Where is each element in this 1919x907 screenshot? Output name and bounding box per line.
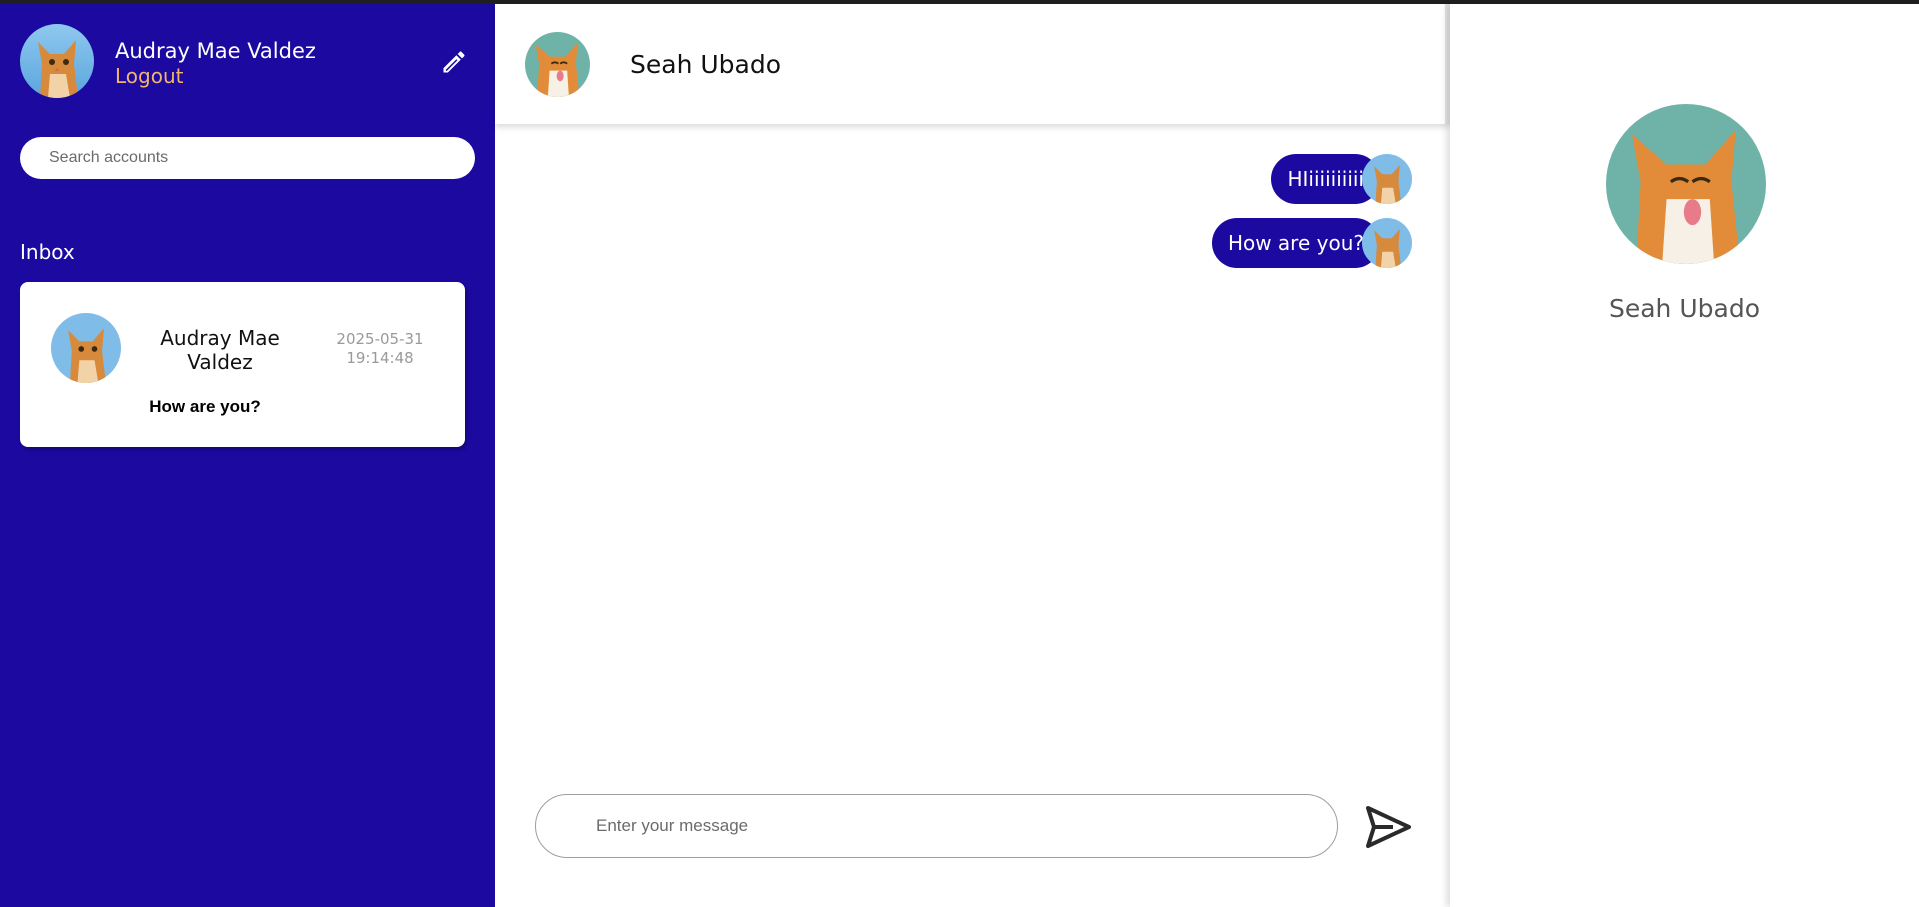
- conversation-last-message: How are you?: [149, 397, 261, 416]
- current-user-avatar: [20, 24, 94, 98]
- chat-panel: Seah Ubado HIiiiiiiiiii How are you?: [495, 4, 1450, 907]
- chat-header: Seah Ubado: [495, 4, 1450, 124]
- search-input[interactable]: [20, 137, 475, 179]
- current-user-name: Audray Mae Valdez: [115, 39, 316, 63]
- contact-avatar: [525, 32, 590, 97]
- message-input[interactable]: [535, 794, 1338, 858]
- profile-name: Seah Ubado: [1608, 294, 1760, 323]
- send-icon[interactable]: [1363, 802, 1413, 852]
- conversation-item[interactable]: Audray Mae Valdez 2025-05-31 19:14:48 Ho…: [20, 282, 465, 447]
- logout-link[interactable]: Logout: [115, 64, 183, 88]
- message-bubble: How are you?: [1211, 218, 1380, 268]
- profile-avatar: [1606, 104, 1766, 264]
- profile-panel: Seah Ubado: [1450, 4, 1919, 907]
- conversation-timestamp: 2025-05-31 19:14:48: [336, 330, 424, 367]
- conversation-avatar: [51, 313, 121, 383]
- conversation-name: Audray Mae Valdez: [160, 326, 280, 374]
- contact-name: Seah Ubado: [630, 50, 782, 79]
- pencil-icon[interactable]: [440, 48, 468, 76]
- sidebar: Audray Mae Valdez Logout Inbox Audray Ma…: [0, 4, 495, 907]
- message-avatar: [1362, 218, 1412, 268]
- message-avatar: [1362, 154, 1412, 204]
- inbox-heading: Inbox: [20, 240, 75, 264]
